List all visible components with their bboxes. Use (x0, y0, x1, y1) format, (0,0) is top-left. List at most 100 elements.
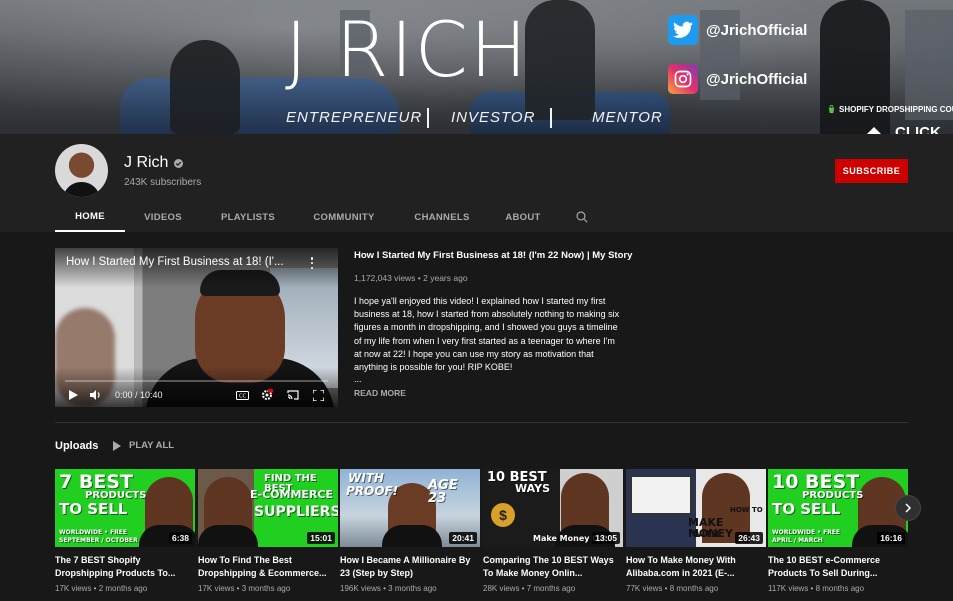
video-title[interactable]: The 10 BEST e-Commerce Products To Sell … (768, 554, 906, 580)
video-thumbnail[interactable]: FIND THE BEST E-COMMERCE SUPPLIERS 15:01 (198, 469, 338, 547)
channel-avatar[interactable] (55, 144, 108, 197)
subscriber-count: 243K subscribers (124, 177, 202, 188)
featured-video-description: I hope ya'll enjoyed this video! I expla… (354, 296, 620, 373)
channel-name-row: J Rich (124, 154, 184, 172)
video-title[interactable]: Comparing The 10 BEST Ways To Make Money… (483, 554, 621, 580)
shopify-icon (828, 105, 835, 114)
thumb-text: WAYS (515, 482, 550, 495)
thumb-text: WITH (692, 530, 719, 540)
search-icon[interactable] (567, 202, 597, 232)
cast-icon[interactable] (282, 387, 304, 403)
thumb-text: WORLDWIDE • FREE (59, 529, 128, 536)
video-thumbnail[interactable]: 7 BEST PRODUCTS TO SELL WORLDWIDE • FREE… (55, 469, 195, 547)
featured-video-player[interactable]: How I Started My First Business at 18! (… (55, 248, 338, 407)
video-duration: 15:01 (307, 532, 335, 544)
video-thumbnail[interactable]: 10 BEST WAYS Make Money Onl $ 13:05 (483, 469, 623, 547)
video-thumbnail[interactable]: WITH PROOF! AGE 23 20:41 (340, 469, 480, 547)
video-duration: 16:16 (877, 532, 905, 544)
twitter-link[interactable]: @JrichOfficial (668, 15, 807, 45)
thumb-text: E-COMMERCE (250, 488, 333, 501)
settings-gear-icon[interactable] (256, 387, 278, 403)
video-card[interactable]: WITH PROOF! AGE 23 20:41 How I Became A … (340, 469, 480, 593)
video-meta: 196K views • 3 months ago (340, 584, 437, 593)
thumb-text: SUPPLIERS (254, 504, 338, 520)
video-card[interactable]: HOW TO MAKE MONEY WITH 26:43 How To Make… (626, 469, 766, 593)
video-card[interactable]: FIND THE BEST E-COMMERCE SUPPLIERS 15:01… (198, 469, 338, 593)
tagline-divider (550, 108, 552, 128)
video-duration: 13:05 (592, 532, 620, 544)
read-more-link[interactable]: READ MORE (354, 388, 406, 398)
video-card[interactable]: 10 BEST WAYS Make Money Onl $ 13:05 Comp… (483, 469, 623, 593)
video-meta: 28K views • 7 months ago (483, 584, 576, 593)
player-title[interactable]: How I Started My First Business at 18! (… (66, 256, 301, 268)
subscribe-button[interactable]: SUBSCRIBE (835, 159, 908, 183)
thumb-text: AGE 23 (428, 478, 458, 506)
tab-playlists[interactable]: PLAYLISTS (201, 202, 295, 232)
thumb-text: WORLDWIDE • FREE (772, 529, 841, 536)
banner-person (170, 40, 240, 134)
money-bag-icon: $ (491, 503, 515, 527)
tagline-divider (427, 108, 429, 128)
instagram-link[interactable]: @JrichOfficial (668, 64, 807, 94)
play-icon[interactable] (65, 387, 81, 403)
tab-community[interactable]: COMMUNITY (295, 202, 393, 232)
video-title[interactable]: How To Find The Best Dropshipping & Ecom… (198, 554, 336, 580)
click-text: CLICK (895, 124, 941, 134)
svg-text:CC: CC (239, 393, 246, 399)
banner-tagline-investor: INVESTOR (451, 109, 536, 126)
banner-tagline-mentor: MENTOR (592, 109, 663, 126)
video-title[interactable]: How I Became A Millionaire By 23 (Step b… (340, 554, 478, 580)
channel-banner: J RICH ENTREPRENEUR INVESTOR MENTOR @Jri… (0, 0, 953, 134)
section-divider (55, 422, 908, 423)
video-meta: 17K views • 3 months ago (198, 584, 291, 593)
description-ellipsis: ... (354, 374, 362, 384)
tab-home[interactable]: HOME (55, 202, 125, 232)
thumb-text: APRIL / MARCH (772, 537, 823, 544)
play-all-label: PLAY ALL (129, 440, 175, 451)
instagram-handle: @JrichOfficial (706, 70, 808, 88)
verified-icon (174, 158, 184, 168)
channel-name: J Rich (124, 154, 169, 171)
shopify-note-text: SHOPIFY DROPSHIPPING COUR (839, 105, 953, 114)
video-title[interactable]: The 7 BEST Shopify Dropshipping Products… (55, 554, 193, 580)
banner-link-shopify[interactable]: SHOPIFY DROPSHIPPING COUR (827, 105, 953, 114)
banner-title: J RICH (285, 5, 530, 94)
instagram-icon (668, 64, 698, 94)
play-all-button[interactable]: PLAY ALL (113, 440, 174, 451)
video-duration: 6:38 (168, 532, 192, 544)
player-time: 0:00 / 10:40 (115, 390, 163, 400)
volume-icon[interactable] (85, 387, 107, 403)
video-thumbnail[interactable]: 10 BEST PRODUCTS TO SELL WORLDWIDE • FRE… (768, 469, 908, 547)
arrow-up-icon (866, 127, 882, 134)
video-meta: 17K views • 2 months ago (55, 584, 148, 593)
banner-person (525, 0, 595, 120)
play-icon (113, 440, 121, 451)
video-duration: 20:41 (449, 532, 477, 544)
twitter-icon (668, 15, 698, 45)
uploads-title[interactable]: Uploads (55, 440, 98, 452)
video-title[interactable]: How To Make Money With Alibaba.com in 20… (626, 554, 764, 580)
channel-header: J Rich 243K subscribers SUBSCRIBE HOME V… (0, 134, 953, 232)
youtube-channel-page: J RICH ENTREPRENEUR INVESTOR MENTOR @Jri… (0, 0, 953, 601)
captions-icon[interactable]: CC (232, 387, 252, 403)
video-thumbnail[interactable]: HOW TO MAKE MONEY WITH 26:43 (626, 469, 766, 547)
fullscreen-icon[interactable] (308, 387, 328, 403)
video-card[interactable]: 10 BEST PRODUCTS TO SELL WORLDWIDE • FRE… (768, 469, 908, 593)
channel-tabs: HOME VIDEOS PLAYLISTS COMMUNITY CHANNELS… (55, 202, 597, 232)
tab-videos[interactable]: VIDEOS (125, 202, 201, 232)
video-duration: 26:43 (735, 532, 763, 544)
thumb-text: TO SELL (772, 500, 841, 518)
progress-bar[interactable] (65, 380, 328, 382)
thumb-text: TO SELL (59, 500, 128, 518)
player-controls: 0:00 / 10:40 CC (65, 387, 328, 403)
video-card[interactable]: 7 BEST PRODUCTS TO SELL WORLDWIDE • FREE… (55, 469, 195, 593)
tab-channels[interactable]: CHANNELS (393, 202, 491, 232)
thumb-text: WITH (348, 471, 384, 485)
banner-tagline-entrepreneur: ENTREPRENEUR (286, 109, 423, 126)
chevron-right-icon[interactable] (895, 495, 921, 521)
tab-about[interactable]: ABOUT (491, 202, 555, 232)
thumb-text: SEPTEMBER / OCTOBER (59, 537, 138, 544)
twitter-handle: @JrichOfficial (706, 21, 808, 39)
featured-video-title[interactable]: How I Started My First Business at 18! (… (354, 250, 644, 261)
more-vertical-icon[interactable] (307, 256, 317, 270)
